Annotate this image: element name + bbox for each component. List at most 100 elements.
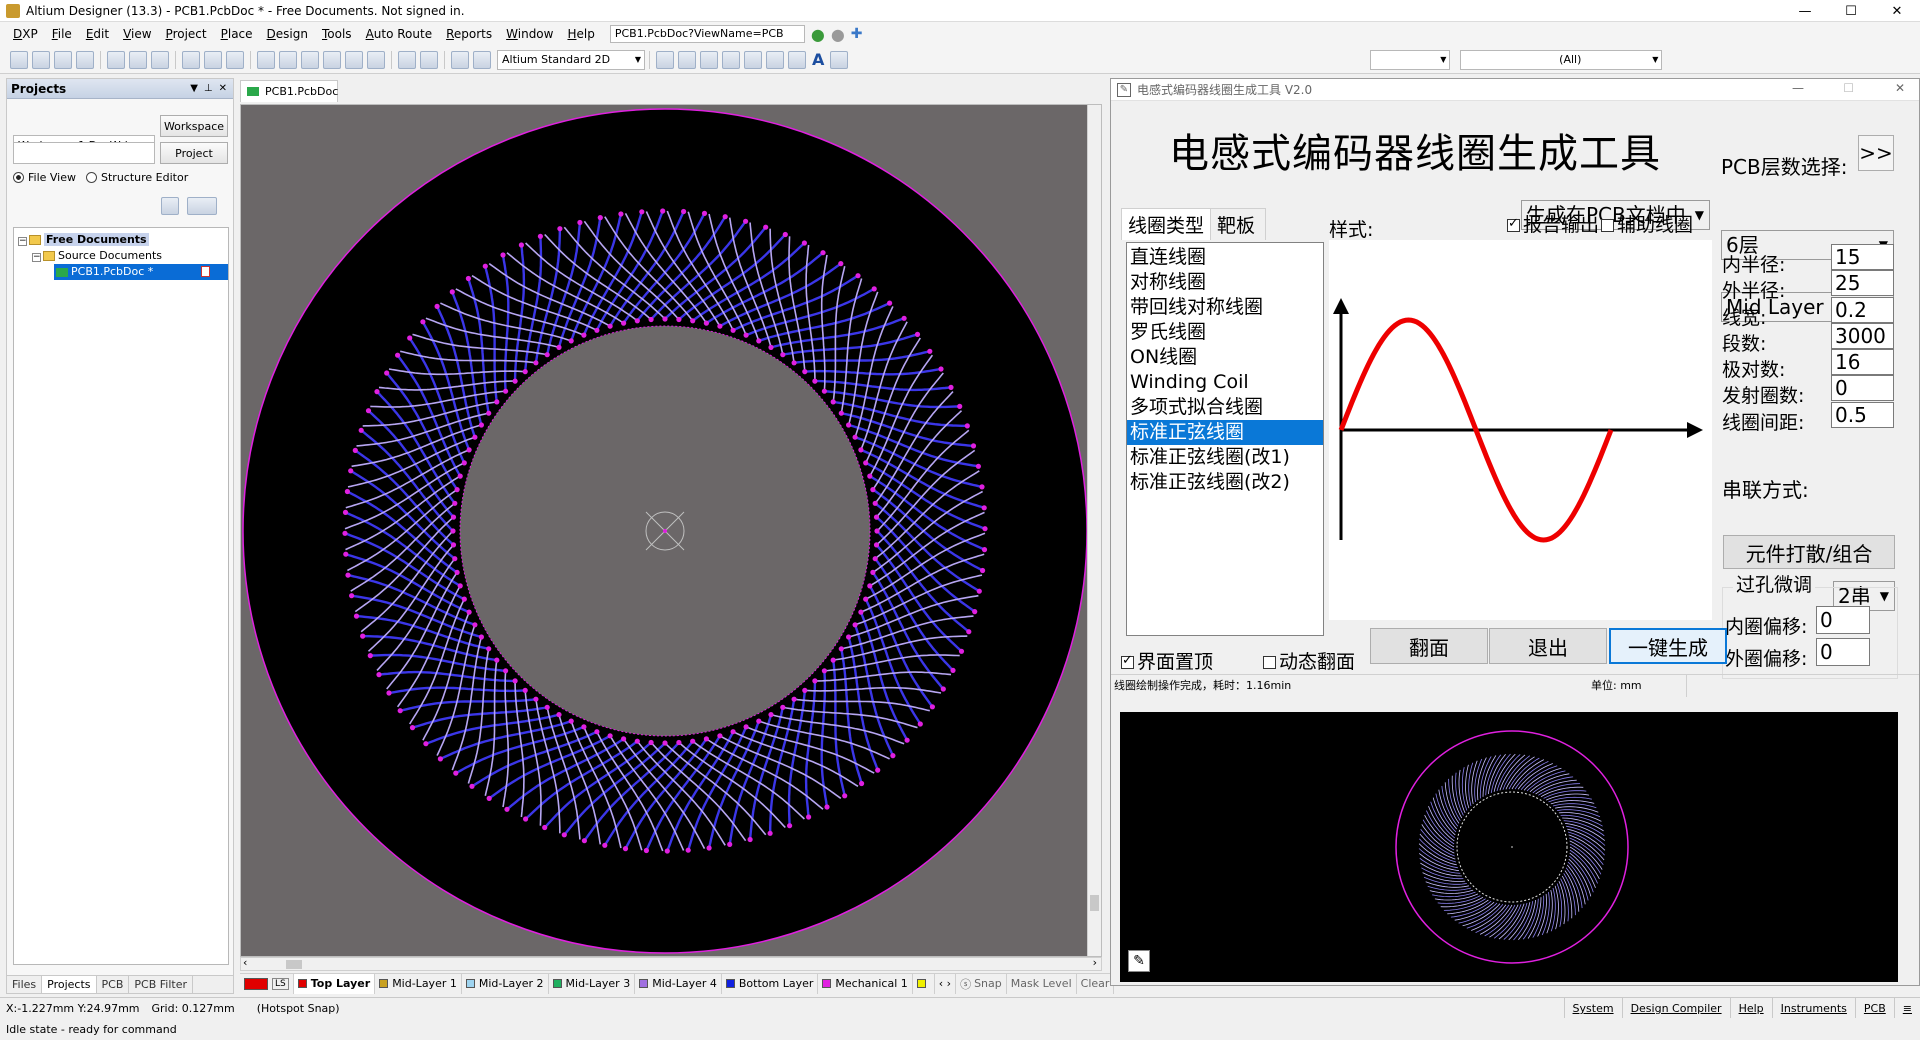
menu-reports[interactable]: Reports bbox=[439, 22, 499, 46]
dynamic-flip-option[interactable]: 动态翻面 bbox=[1263, 647, 1355, 674]
menu-view[interactable]: View bbox=[116, 22, 158, 46]
coil-type-item[interactable]: 对称线圈 bbox=[1127, 270, 1323, 295]
generate-button[interactable]: 一键生成 bbox=[1609, 628, 1727, 664]
menu-file[interactable]: File bbox=[45, 22, 79, 46]
coil-type-item[interactable]: 带回线对称线圈 bbox=[1127, 295, 1323, 320]
report-output-checkbox[interactable] bbox=[1507, 216, 1520, 232]
open-icon[interactable] bbox=[32, 50, 50, 69]
nav-back-icon[interactable]: ● bbox=[811, 25, 825, 44]
layer-tab-mid3[interactable]: Mid-Layer 3 bbox=[549, 973, 636, 994]
maximize-icon[interactable]: ☐ bbox=[1828, 0, 1874, 22]
filter-select-1[interactable]: ▼ bbox=[1370, 49, 1451, 70]
layer-set-ls[interactable]: LS bbox=[240, 973, 294, 994]
coil-type-item[interactable]: 标准正弦线圈(改2) bbox=[1127, 470, 1323, 495]
layer-tab-bottom[interactable]: Bottom Layer bbox=[722, 973, 819, 994]
3d-view-icon[interactable] bbox=[107, 50, 125, 69]
menu-edit[interactable]: Edit bbox=[79, 22, 116, 46]
arc-icon[interactable] bbox=[744, 50, 762, 69]
tree-root[interactable]: − Free Documents bbox=[14, 232, 228, 248]
route-icon[interactable] bbox=[656, 50, 674, 69]
layer-tab-top[interactable]: Top Layer bbox=[293, 973, 376, 994]
on-top-checkbox[interactable] bbox=[1121, 653, 1134, 669]
param-input[interactable]: 16 bbox=[1831, 349, 1894, 376]
select-icon[interactable] bbox=[323, 50, 341, 69]
tab-target-board[interactable]: 靶板 bbox=[1211, 208, 1267, 240]
layer-tab-mech1[interactable]: Mechanical 1 bbox=[818, 973, 913, 994]
mask-level-button[interactable]: Mask Level bbox=[1007, 973, 1077, 994]
view-mode-select[interactable]: Altium Standard 2D ▼ bbox=[497, 49, 645, 70]
minimize-icon[interactable]: — bbox=[1782, 0, 1828, 22]
structure-editor-radio[interactable] bbox=[86, 172, 98, 183]
project-button[interactable]: Project bbox=[160, 142, 228, 164]
new-icon[interactable] bbox=[10, 50, 28, 69]
param-input[interactable]: 3000 bbox=[1831, 322, 1894, 349]
coil-type-item[interactable]: 罗氏线圈 bbox=[1127, 320, 1323, 345]
aux-coil-checkbox[interactable] bbox=[1601, 219, 1615, 232]
close-icon[interactable]: ✕ bbox=[1874, 0, 1920, 22]
hscroll-thumb[interactable] bbox=[286, 960, 302, 969]
tree-file[interactable]: PCB1.PcbDoc * bbox=[54, 264, 228, 280]
highlight-icon[interactable] bbox=[451, 50, 469, 69]
workspace-button[interactable]: Workspace bbox=[160, 115, 228, 137]
coil-type-item[interactable]: 标准正弦线圈(改1) bbox=[1127, 445, 1323, 470]
expand-button[interactable]: >> bbox=[1858, 135, 1894, 171]
project-options-icon[interactable] bbox=[161, 197, 179, 215]
flip-button[interactable]: 翻面 bbox=[1370, 628, 1488, 664]
coil-type-item[interactable]: 直连线圈 bbox=[1127, 245, 1323, 270]
zoom-area-icon[interactable] bbox=[204, 50, 222, 69]
layer-tab-mid1[interactable]: Mid-Layer 1 bbox=[375, 973, 462, 994]
fill-icon[interactable] bbox=[766, 50, 784, 69]
on-top-option[interactable]: 界面置顶 bbox=[1121, 647, 1213, 674]
report-output-option[interactable]: 报告输出辅助线圈 bbox=[1507, 210, 1693, 237]
redo-icon[interactable] bbox=[420, 50, 438, 69]
layer-tab-more[interactable] bbox=[913, 973, 935, 994]
project-folder-icon[interactable] bbox=[187, 197, 217, 215]
tab-coil-type[interactable]: 线圈类型 bbox=[1121, 208, 1212, 240]
menu-tools[interactable]: Tools bbox=[315, 22, 359, 46]
tree-folder[interactable]: − Source Documents bbox=[14, 248, 228, 264]
zoom-fit-icon[interactable] bbox=[182, 50, 200, 69]
clear-button[interactable]: Clear bbox=[1077, 973, 1115, 994]
menu-help[interactable]: Help bbox=[560, 22, 601, 46]
menu-design[interactable]: Design bbox=[260, 22, 315, 46]
pad-icon[interactable] bbox=[722, 50, 740, 69]
horizontal-scrollbar[interactable]: ‹ › bbox=[240, 956, 1102, 971]
layer-tab-mid4[interactable]: Mid-Layer 4 bbox=[635, 973, 722, 994]
param-input[interactable]: 0.5 bbox=[1831, 401, 1894, 428]
file-view-radio[interactable] bbox=[13, 172, 24, 183]
document-path-box[interactable]: PCB1.PcbDoc?ViewName=PCB bbox=[609, 25, 805, 43]
panel-close-icon[interactable]: ✕ bbox=[219, 83, 227, 94]
tool-close-icon[interactable]: ✕ bbox=[1895, 81, 1905, 95]
view-config-icon[interactable] bbox=[473, 50, 491, 69]
menu-project[interactable]: Project bbox=[159, 22, 214, 46]
param-input[interactable]: 15 bbox=[1831, 244, 1894, 270]
pin-icon[interactable]: ⊥ bbox=[204, 83, 213, 94]
coil-type-item[interactable]: Winding Coil bbox=[1127, 370, 1323, 395]
coil-type-item[interactable]: 多项式拟合线圈 bbox=[1127, 395, 1323, 420]
via-icon[interactable] bbox=[700, 50, 718, 69]
polygon-icon[interactable] bbox=[788, 50, 806, 69]
filter-select-2[interactable]: (All) ▼ bbox=[1460, 49, 1663, 70]
document-tab[interactable]: PCB1.PcbDoc * bbox=[240, 80, 338, 120]
tool-maximize-icon[interactable]: ☐ bbox=[1843, 81, 1854, 95]
deselect-icon[interactable] bbox=[367, 50, 385, 69]
design-compiler-button[interactable]: Design Compiler bbox=[1621, 998, 1730, 1019]
tab-pcb-filter[interactable]: PCB Filter bbox=[129, 976, 193, 993]
pcb-editor-canvas[interactable] bbox=[240, 104, 1102, 957]
inner-offset-input[interactable]: 0 bbox=[1816, 606, 1870, 634]
tab-pcb[interactable]: PCB bbox=[97, 976, 130, 993]
help-button[interactable]: Help bbox=[1729, 998, 1772, 1019]
zoom-selected-icon[interactable] bbox=[226, 50, 244, 69]
mini-scrollbar[interactable] bbox=[1898, 712, 1912, 982]
tab-files[interactable]: Files bbox=[7, 976, 43, 993]
save-icon[interactable] bbox=[54, 50, 72, 69]
outer-offset-input[interactable]: 0 bbox=[1816, 638, 1870, 666]
layer-scroll-arrows[interactable]: ‹ › bbox=[935, 973, 957, 994]
undo-icon[interactable] bbox=[398, 50, 416, 69]
panel-menu-icon[interactable]: ▼ bbox=[190, 83, 198, 94]
exit-button[interactable]: 退出 bbox=[1489, 628, 1607, 664]
panel-menu-icon[interactable]: ≡ bbox=[1893, 998, 1920, 1019]
component-icon[interactable] bbox=[830, 50, 849, 69]
layer-tab-mid2[interactable]: Mid-Layer 2 bbox=[462, 973, 549, 994]
folder-icon[interactable] bbox=[151, 50, 169, 69]
